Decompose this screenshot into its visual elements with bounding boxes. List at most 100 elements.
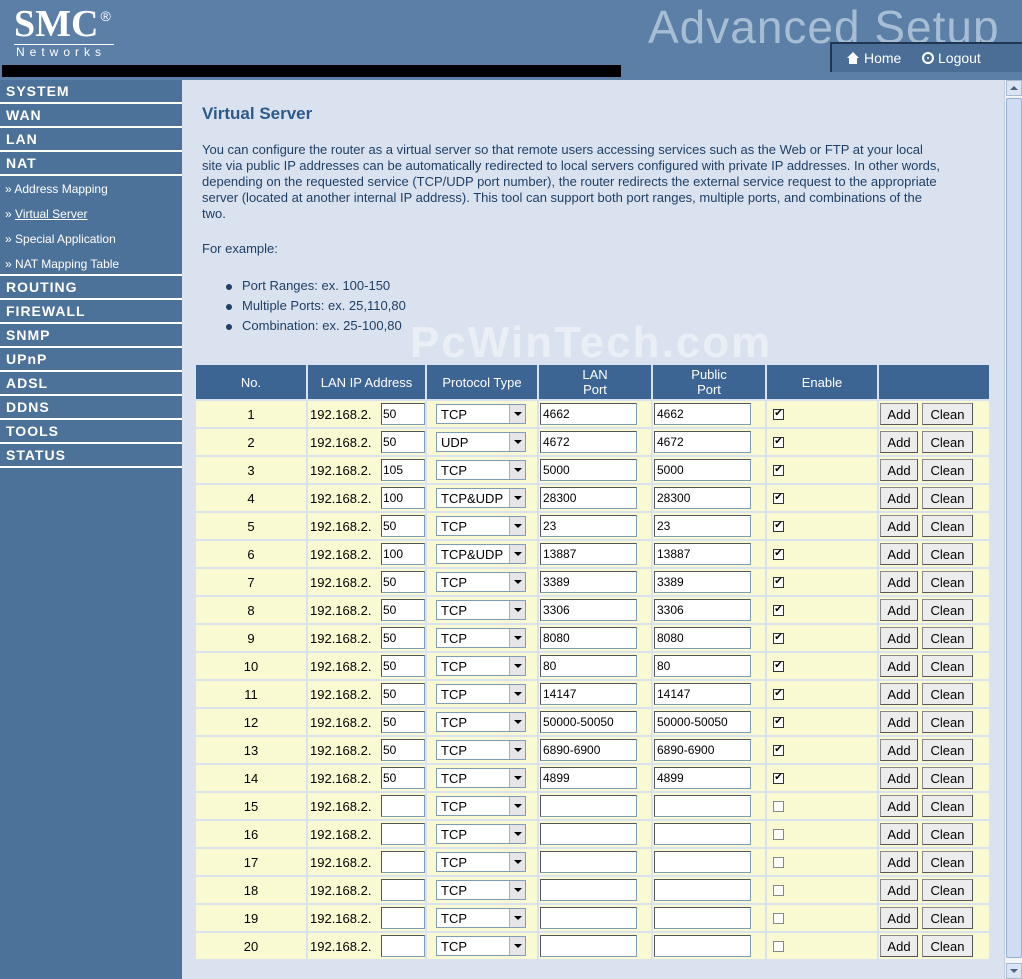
ip-last-octet-input[interactable] <box>381 907 425 929</box>
protocol-select[interactable]: TCP <box>436 460 526 480</box>
sidebar-item-wan[interactable]: WAN <box>0 104 182 128</box>
enable-checkbox[interactable] <box>773 800 784 812</box>
public-port-input[interactable] <box>654 711 751 733</box>
dropdown-button[interactable] <box>509 545 525 563</box>
dropdown-button[interactable] <box>509 881 525 899</box>
add-button[interactable]: Add <box>880 515 918 537</box>
protocol-select[interactable]: TCP <box>436 740 526 760</box>
add-button[interactable]: Add <box>880 683 918 705</box>
dropdown-button[interactable] <box>509 769 525 787</box>
protocol-select[interactable]: TCP <box>436 656 526 676</box>
protocol-select[interactable]: TCP <box>436 572 526 592</box>
ip-last-octet-input[interactable] <box>381 767 425 789</box>
clean-button[interactable]: Clean <box>922 935 973 957</box>
clean-button[interactable]: Clean <box>922 515 973 537</box>
lan-port-input[interactable] <box>540 627 637 649</box>
public-port-input[interactable] <box>654 683 751 705</box>
ip-last-octet-input[interactable] <box>381 739 425 761</box>
dropdown-button[interactable] <box>509 601 525 619</box>
public-port-input[interactable] <box>654 431 751 453</box>
protocol-select[interactable]: TCP <box>436 600 526 620</box>
enable-checkbox[interactable]: ✔ <box>773 744 784 756</box>
scroll-thumb[interactable] <box>1006 98 1022 958</box>
clean-button[interactable]: Clean <box>922 823 973 845</box>
public-port-input[interactable] <box>654 739 751 761</box>
enable-checkbox[interactable]: ✔ <box>773 408 784 420</box>
protocol-select[interactable]: TCP <box>436 936 526 956</box>
dropdown-button[interactable] <box>509 741 525 759</box>
enable-checkbox[interactable] <box>773 828 784 840</box>
protocol-select[interactable]: TCP <box>436 880 526 900</box>
clean-button[interactable]: Clean <box>922 627 973 649</box>
sidebar-item-system[interactable]: SYSTEM <box>0 80 182 104</box>
clean-button[interactable]: Clean <box>922 683 973 705</box>
public-port-input[interactable] <box>654 655 751 677</box>
sidebar-subitem-nat-mapping-table[interactable]: » NAT Mapping Table <box>0 251 182 276</box>
protocol-select[interactable]: UDP <box>436 432 526 452</box>
lan-port-input[interactable] <box>540 879 637 901</box>
lan-port-input[interactable] <box>540 403 637 425</box>
dropdown-button[interactable] <box>509 713 525 731</box>
public-port-input[interactable] <box>654 571 751 593</box>
add-button[interactable]: Add <box>880 543 918 565</box>
clean-button[interactable]: Clean <box>922 739 973 761</box>
lan-port-input[interactable] <box>540 487 637 509</box>
public-port-input[interactable] <box>654 767 751 789</box>
lan-port-input[interactable] <box>540 767 637 789</box>
ip-last-octet-input[interactable] <box>381 627 425 649</box>
lan-port-input[interactable] <box>540 935 637 957</box>
public-port-input[interactable] <box>654 879 751 901</box>
vertical-scrollbar[interactable] <box>1004 80 1022 979</box>
ip-last-octet-input[interactable] <box>381 599 425 621</box>
public-port-input[interactable] <box>654 543 751 565</box>
sidebar-item-firewall[interactable]: FIREWALL <box>0 300 182 324</box>
enable-checkbox[interactable]: ✔ <box>773 520 784 532</box>
add-button[interactable]: Add <box>880 823 918 845</box>
protocol-select[interactable]: TCP <box>436 852 526 872</box>
protocol-select[interactable]: TCP <box>436 684 526 704</box>
lan-port-input[interactable] <box>540 823 637 845</box>
ip-last-octet-input[interactable] <box>381 459 425 481</box>
lan-port-input[interactable] <box>540 683 637 705</box>
enable-checkbox[interactable]: ✔ <box>773 576 784 588</box>
enable-checkbox[interactable]: ✔ <box>773 688 784 700</box>
ip-last-octet-input[interactable] <box>381 431 425 453</box>
sidebar-item-status[interactable]: STATUS <box>0 444 182 468</box>
protocol-select[interactable]: TCP&UDP <box>436 544 526 564</box>
dropdown-button[interactable] <box>509 937 525 955</box>
ip-last-octet-input[interactable] <box>381 515 425 537</box>
clean-button[interactable]: Clean <box>922 487 973 509</box>
dropdown-button[interactable] <box>509 489 525 507</box>
lan-port-input[interactable] <box>540 571 637 593</box>
lan-port-input[interactable] <box>540 739 637 761</box>
sidebar-item-adsl[interactable]: ADSL <box>0 372 182 396</box>
ip-last-octet-input[interactable] <box>381 543 425 565</box>
ip-last-octet-input[interactable] <box>381 823 425 845</box>
lan-port-input[interactable] <box>540 431 637 453</box>
dropdown-button[interactable] <box>509 405 525 423</box>
lan-port-input[interactable] <box>540 907 637 929</box>
dropdown-button[interactable] <box>509 461 525 479</box>
enable-checkbox[interactable]: ✔ <box>773 436 784 448</box>
ip-last-octet-input[interactable] <box>381 711 425 733</box>
dropdown-button[interactable] <box>509 629 525 647</box>
add-button[interactable]: Add <box>880 487 918 509</box>
enable-checkbox[interactable] <box>773 856 784 868</box>
clean-button[interactable]: Clean <box>922 907 973 929</box>
dropdown-button[interactable] <box>509 573 525 591</box>
sidebar-subitem-address-mapping[interactable]: » Address Mapping <box>0 176 182 201</box>
lan-port-input[interactable] <box>540 795 637 817</box>
sidebar-item-upnp[interactable]: UPnP <box>0 348 182 372</box>
sidebar-item-nat[interactable]: NAT <box>0 152 182 176</box>
public-port-input[interactable] <box>654 487 751 509</box>
scroll-down-button[interactable] <box>1006 963 1022 979</box>
dropdown-button[interactable] <box>509 517 525 535</box>
add-button[interactable]: Add <box>880 459 918 481</box>
clean-button[interactable]: Clean <box>922 543 973 565</box>
enable-checkbox[interactable]: ✔ <box>773 632 784 644</box>
dropdown-button[interactable] <box>509 433 525 451</box>
enable-checkbox[interactable]: ✔ <box>773 492 784 504</box>
ip-last-octet-input[interactable] <box>381 487 425 509</box>
public-port-input[interactable] <box>654 627 751 649</box>
sidebar-subitem-virtual-server[interactable]: » Virtual Server <box>0 201 182 226</box>
